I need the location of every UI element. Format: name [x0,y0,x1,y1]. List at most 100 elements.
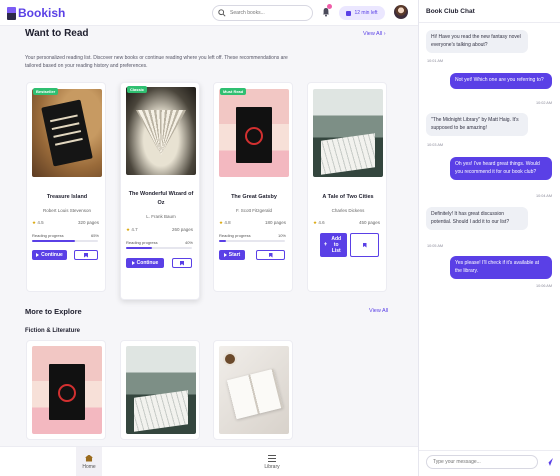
progress-label: Reading progress [219,233,251,238]
nav-library-label: Library [264,463,280,470]
want-to-read-description: Your personalized reading list. Discover… [25,55,288,69]
reading-timer-badge[interactable]: 12 min left [339,6,385,20]
message-timestamp: 10:06 AM [535,284,552,288]
book-cover [219,89,289,177]
badge-label: Bestseller [33,88,59,95]
timer-icon [346,10,352,16]
badge-label: Must Read [220,88,247,95]
progress-bar [126,247,192,249]
bottom-navigation: Home Library [0,446,418,476]
nav-home-label: Home [82,463,96,470]
message-timestamp: 10:03 AM [427,143,444,147]
progress-percent: 65% [90,233,99,238]
bookmark-button[interactable] [172,258,192,268]
play-icon [36,253,40,257]
bookmark-icon [268,252,273,258]
star-icon: ★ [126,227,131,232]
more-to-explore-title: More to Explore [25,307,82,316]
star-icon: ★ [219,220,224,225]
book-rating: ★ 4.7 [126,227,138,233]
send-icon[interactable] [544,457,554,467]
bookmark-button[interactable] [350,233,379,257]
book-cover [219,346,289,434]
bookmark-button[interactable] [256,250,285,260]
book-author: Robert Louis Stevenson [42,208,92,213]
play-icon [131,261,135,265]
book-cover [313,89,383,177]
progress-bar [32,240,98,242]
home-icon [85,454,93,462]
book-rating: ★ 4.8 [219,220,231,226]
start-button[interactable]: Start [219,250,245,260]
search-icon [218,9,226,17]
explore-card-great-gatsby[interactable] [26,340,106,440]
more-to-explore-view-all-link[interactable]: View All [369,308,388,314]
view-all-label: View All [363,31,383,37]
book-title: The Great Gatsby [231,194,277,200]
book-logo-icon [7,6,16,20]
top-bar: Bookish 12 min left [0,0,418,26]
bookmark-icon [84,252,88,258]
library-list-icon [268,454,276,462]
book-card-great-gatsby[interactable]: Must Read The Great Gatsby F. Scott Fitz… [213,82,293,292]
divider [419,450,560,451]
message-timestamp: 10:04 AM [535,194,552,198]
rating-value: 4.8 [224,220,231,225]
user-avatar[interactable] [394,5,408,19]
explore-card-tale-of-two-cities[interactable] [120,340,200,440]
divider [419,22,560,23]
book-card-wizard-of-oz[interactable]: Classic The Wonderful Wizard of Oz L. Fr… [120,82,200,300]
book-title: Treasure Island [46,194,88,200]
book-cover [126,87,196,175]
badge-label: Classic [127,86,148,93]
book-title: A Tale of Two Cities [322,194,374,200]
button-label: Add to List [331,236,342,254]
chevron-right-icon: › [383,31,386,37]
button-label: Continue [136,260,159,266]
button-label: Start [228,252,241,258]
progress-bar [219,240,285,242]
progress-percent: 40% [184,240,193,245]
progress-label: Reading progress [126,240,158,245]
nav-home[interactable]: Home [76,447,102,476]
timer-label: 12 min left [354,10,378,16]
chat-message-incoming: Definitely! It has great discussion pote… [426,207,528,230]
app-logo[interactable]: Bookish [7,6,65,20]
rating-value: 4.7 [131,227,138,232]
bookmark-button[interactable] [74,250,98,260]
continue-button[interactable]: Continue [126,258,164,268]
chat-message-outgoing: Not yet! Which one are you referring to? [450,73,552,89]
fiction-literature-heading: Fiction & Literature [25,328,81,334]
page-count: 260 pages [171,227,193,232]
star-icon: ★ [32,220,37,225]
continue-button[interactable]: Continue [32,250,67,260]
button-label: Continue [41,252,63,258]
play-icon [223,253,227,257]
book-cover [32,346,102,434]
explore-card-open-book[interactable] [213,340,293,440]
chat-message-outgoing: Oh yes! I've heard great things. Would y… [450,157,552,180]
progress-label: Reading progress [32,233,64,238]
book-club-chat-panel: Book Club Chat Hi! Have you read the new… [418,0,560,476]
nav-library[interactable]: Library [258,447,286,476]
rating-value: 4.6 [318,220,325,225]
book-rating: ★ 4.6 [313,220,325,226]
message-timestamp: 10:02 AM [535,101,552,105]
book-title: The Wonderful Wizard of Oz [128,191,194,206]
book-card-treasure-island[interactable]: Bestseller Treasure Island Robert Louis … [26,82,106,292]
page-count: 320 pages [77,220,99,225]
add-to-list-button[interactable]: + Add to List [320,233,347,257]
message-timestamp: 10:05 AM [427,244,444,248]
want-to-read-view-all-link[interactable]: View All › [363,31,386,37]
search-input[interactable] [230,10,310,16]
bookmark-icon [362,242,367,248]
want-to-read-title: Want to Read [25,28,89,39]
book-card-tale-of-two-cities[interactable]: A Tale of Two Cities Charles Dickens ★ 4… [307,82,387,292]
book-author: L. Frank Baum [146,214,176,219]
book-rating: ★ 4.5 [32,220,44,226]
rating-value: 4.5 [37,220,44,225]
book-author: Charles Dickens [331,208,365,213]
chat-message-outgoing: Yes please! I'll check if it's available… [450,256,552,279]
search-box[interactable] [212,5,313,21]
chat-message-input[interactable] [426,455,538,469]
